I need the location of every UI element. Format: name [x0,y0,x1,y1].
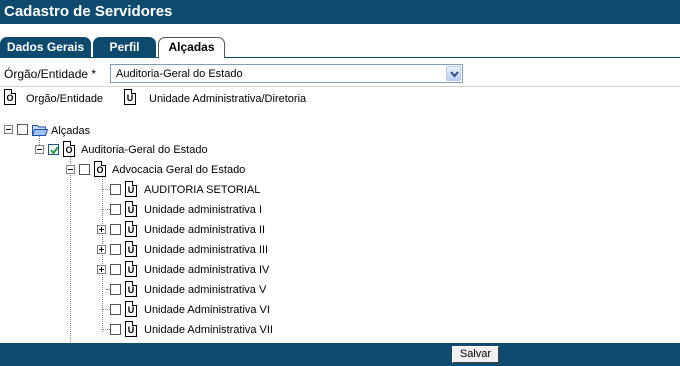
orgao-icon: O [63,141,75,157]
unidade-label[interactable]: Unidade administrativa III [144,244,268,256]
icon-legend: O Orgão/Entidade U Unidade Administrativ… [0,87,680,111]
unidade-label[interactable]: Unidade administrativa V [144,284,266,296]
tree-connector [102,309,110,310]
unidade-checkbox[interactable] [110,284,121,295]
tab-alcadas[interactable]: Alçadas [158,37,225,58]
unidade-icon: U [125,241,137,257]
expand-unidade-button[interactable] [97,225,106,234]
unidade-icon: U [125,181,137,197]
unidade-icon: U [124,89,136,105]
orgao-icon: O [4,89,16,105]
orgao-select-value: Auditoria-Geral do Estado [116,68,243,80]
auditoria-label[interactable]: Auditoria-Geral do Estado [81,144,208,156]
alcadas-checkbox[interactable] [17,124,28,135]
legend-orgao-label: Orgão/Entidade [26,93,104,105]
unidade-icon: U [125,261,137,277]
chevron-down-icon[interactable] [446,66,461,81]
footer-bar: Salvar [0,343,680,366]
required-marker: * [91,67,97,81]
auditoria-checkbox[interactable] [48,144,59,155]
unidade-checkbox[interactable] [110,304,121,315]
unidade-label[interactable]: Unidade Administrativa VI [144,304,270,316]
unidade-checkbox[interactable] [110,224,121,235]
tree-connector [102,189,110,190]
check-icon [50,146,59,155]
unidade-label[interactable]: AUDITORIA SETORIAL [144,184,260,196]
legend-unidade-label: Unidade Administrativa/Diretoria [149,93,307,105]
unidade-checkbox[interactable] [110,184,121,195]
unidade-icon: U [125,221,137,237]
unidade-checkbox[interactable] [110,204,121,215]
unidade-label[interactable]: Unidade administrativa II [144,224,265,236]
alcadas-label[interactable]: Alçadas [51,125,90,137]
unidade-icon: U [125,301,137,317]
collapse-alcadas-button[interactable] [4,125,13,134]
orgao-select[interactable]: Auditoria-Geral do Estado [110,64,463,83]
window-title: Cadastro de Servidores [4,3,173,20]
tab-dados-gerais[interactable]: Dados Gerais [0,37,91,57]
tree-connector [70,157,71,342]
alcadas-tree: Alçadas O Auditoria-Geral do Estado O Ad… [0,112,680,342]
unidade-icon: U [125,321,137,337]
unidade-label[interactable]: Unidade Administrativa VII [144,324,273,336]
unidade-checkbox[interactable] [110,264,121,275]
collapse-advocacia-button[interactable] [66,165,75,174]
save-button[interactable]: Salvar [452,346,499,363]
advocacia-checkbox[interactable] [79,164,90,175]
folder-open-icon [32,125,48,136]
unidade-icon: U [125,281,137,297]
unidade-checkbox[interactable] [110,244,121,255]
tab-strip: Dados Gerais Perfil Alçadas [0,36,680,58]
unidade-icon: U [125,201,137,217]
expand-unidade-button[interactable] [97,245,106,254]
advocacia-label[interactable]: Advocacia Geral do Estado [112,164,245,176]
collapse-auditoria-button[interactable] [35,145,44,154]
orgao-label: Órgão/Entidade * [4,67,97,81]
tab-perfil[interactable]: Perfil [93,37,156,57]
expand-unidade-button[interactable] [97,265,106,274]
orgao-icon: O [94,161,106,177]
tree-connector [102,329,110,330]
title-bar: Cadastro de Servidores [0,0,680,24]
unidade-label[interactable]: Unidade administrativa IV [144,264,269,276]
tree-connector [102,209,110,210]
unidade-label[interactable]: Unidade administrativa I [144,204,262,216]
unidade-checkbox[interactable] [110,324,121,335]
